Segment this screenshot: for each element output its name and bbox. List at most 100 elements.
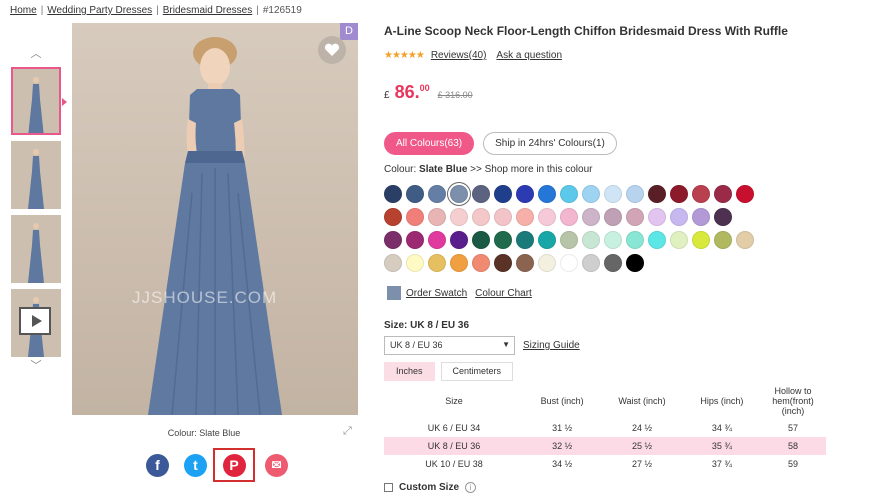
ask-question-link[interactable]: Ask a question — [496, 50, 562, 61]
colour-swatch[interactable] — [670, 208, 688, 226]
inches-tab[interactable]: Inches — [384, 362, 435, 381]
colour-swatch[interactable] — [516, 208, 534, 226]
colour-swatch[interactable] — [692, 208, 710, 226]
thumbnail-2[interactable] — [11, 141, 61, 209]
colour-swatch[interactable] — [560, 208, 578, 226]
breadcrumb-bridesmaid[interactable]: Bridesmaid Dresses — [163, 5, 252, 16]
colour-swatch[interactable] — [406, 208, 424, 226]
colour-swatch[interactable] — [582, 208, 600, 226]
colour-swatch[interactable] — [736, 231, 754, 249]
colour-swatch[interactable] — [648, 208, 666, 226]
colour-chart-link[interactable]: Colour Chart — [475, 288, 532, 299]
reviews-link[interactable]: Reviews(40) — [431, 50, 487, 61]
colour-swatch[interactable] — [428, 208, 446, 226]
colour-swatch[interactable] — [384, 231, 402, 249]
colour-swatch[interactable] — [670, 231, 688, 249]
colour-swatch[interactable] — [494, 208, 512, 226]
colour-swatch[interactable] — [538, 185, 556, 203]
breadcrumb-separator: | — [256, 5, 259, 16]
colour-swatch[interactable] — [626, 231, 644, 249]
twitter-icon[interactable]: t — [184, 453, 207, 477]
colour-swatch[interactable] — [582, 185, 600, 203]
colour-swatch[interactable] — [494, 254, 512, 272]
colour-swatch[interactable] — [516, 231, 534, 249]
size-select[interactable]: UK 8 / EU 36 ▼ — [384, 336, 515, 355]
swatch-links: Order Swatch Colour Chart — [387, 286, 540, 300]
colour-swatch[interactable] — [604, 208, 622, 226]
facebook-icon[interactable]: f — [146, 453, 169, 477]
colour-swatch[interactable] — [428, 185, 446, 203]
colour-swatch[interactable] — [516, 185, 534, 203]
table-cell: 35 ¾ — [683, 437, 760, 455]
size-table-header-cell: Waist (inch) — [618, 395, 666, 406]
colour-swatch[interactable] — [626, 254, 644, 272]
colour-swatch[interactable] — [384, 254, 402, 272]
colour-swatch[interactable] — [516, 254, 534, 272]
colour-swatch[interactable] — [472, 254, 490, 272]
shop-more-link[interactable]: >> Shop more in this colour — [470, 164, 592, 175]
colour-swatch[interactable] — [604, 254, 622, 272]
colour-swatch[interactable] — [472, 231, 490, 249]
colour-swatch[interactable] — [648, 231, 666, 249]
colour-swatch[interactable] — [494, 231, 512, 249]
expand-icon[interactable]: ⤢ — [343, 425, 352, 438]
chevron-down-icon[interactable]: ﹀ — [10, 357, 62, 373]
email-icon[interactable]: ✉ — [265, 453, 288, 477]
play-icon[interactable] — [19, 307, 51, 335]
colour-swatch[interactable] — [406, 231, 424, 249]
colour-swatch[interactable] — [582, 254, 600, 272]
colour-swatch[interactable] — [604, 231, 622, 249]
colour-swatch[interactable] — [472, 208, 490, 226]
thumbnail-video[interactable] — [11, 289, 61, 357]
size-table-header-cell: Bust (inch) — [540, 395, 584, 406]
colour-swatch[interactable] — [560, 231, 578, 249]
sizing-guide-link[interactable]: Sizing Guide — [523, 340, 580, 351]
thumbnail-1[interactable] — [11, 67, 61, 135]
custom-size-checkbox[interactable] — [384, 483, 393, 492]
heart-icon[interactable] — [318, 36, 346, 64]
colour-swatch[interactable] — [538, 208, 556, 226]
colour-swatch[interactable] — [494, 185, 512, 203]
order-swatch-link[interactable]: Order Swatch — [406, 288, 467, 299]
colour-swatch[interactable] — [406, 185, 424, 203]
colour-swatch[interactable] — [428, 254, 446, 272]
colour-swatch[interactable] — [560, 185, 578, 203]
colour-swatch[interactable] — [582, 231, 600, 249]
colour-swatch[interactable] — [714, 231, 732, 249]
chevron-up-icon[interactable]: ︿ — [10, 45, 62, 61]
colour-swatch[interactable] — [560, 254, 578, 272]
colour-swatch[interactable] — [692, 185, 710, 203]
colour-filter-tabs: All Colours(63) Ship in 24hrs' Colours(1… — [384, 132, 626, 155]
colour-swatch[interactable] — [384, 185, 402, 203]
ship-24hrs-button[interactable]: Ship in 24hrs' Colours(1) — [483, 132, 617, 155]
colour-swatch[interactable] — [384, 208, 402, 226]
colour-swatch[interactable] — [648, 185, 666, 203]
info-icon[interactable]: i — [465, 482, 477, 493]
colour-swatch[interactable] — [450, 231, 468, 249]
size-select-value: UK 8 / EU 36 — [390, 340, 443, 350]
pinterest-icon[interactable]: P — [222, 453, 246, 477]
all-colours-button[interactable]: All Colours(63) — [384, 132, 475, 155]
colour-swatch[interactable] — [626, 208, 644, 226]
colour-swatch[interactable] — [538, 231, 556, 249]
colour-swatch[interactable] — [450, 185, 468, 203]
colour-swatch[interactable] — [714, 185, 732, 203]
colour-swatch[interactable] — [714, 208, 732, 226]
colour-swatch[interactable] — [692, 231, 710, 249]
thumbnail-3[interactable] — [11, 215, 61, 283]
breadcrumb-wedding-party[interactable]: Wedding Party Dresses — [47, 5, 152, 16]
colour-swatch[interactable] — [604, 185, 622, 203]
centimeters-tab[interactable]: Centimeters — [440, 362, 514, 381]
main-product-image[interactable]: D JJSHOUSE.COM — [72, 23, 358, 415]
breadcrumb-home[interactable]: Home — [10, 5, 37, 16]
colour-swatch[interactable] — [538, 254, 556, 272]
colour-swatch[interactable] — [450, 254, 468, 272]
colour-swatch[interactable] — [472, 185, 490, 203]
colour-swatch[interactable] — [670, 185, 688, 203]
colour-swatch[interactable] — [626, 185, 644, 203]
colour-swatch[interactable] — [450, 208, 468, 226]
colour-swatch[interactable] — [736, 185, 754, 203]
colour-swatch[interactable] — [428, 231, 446, 249]
dress-thumbnail-image — [28, 223, 44, 283]
colour-swatch[interactable] — [406, 254, 424, 272]
